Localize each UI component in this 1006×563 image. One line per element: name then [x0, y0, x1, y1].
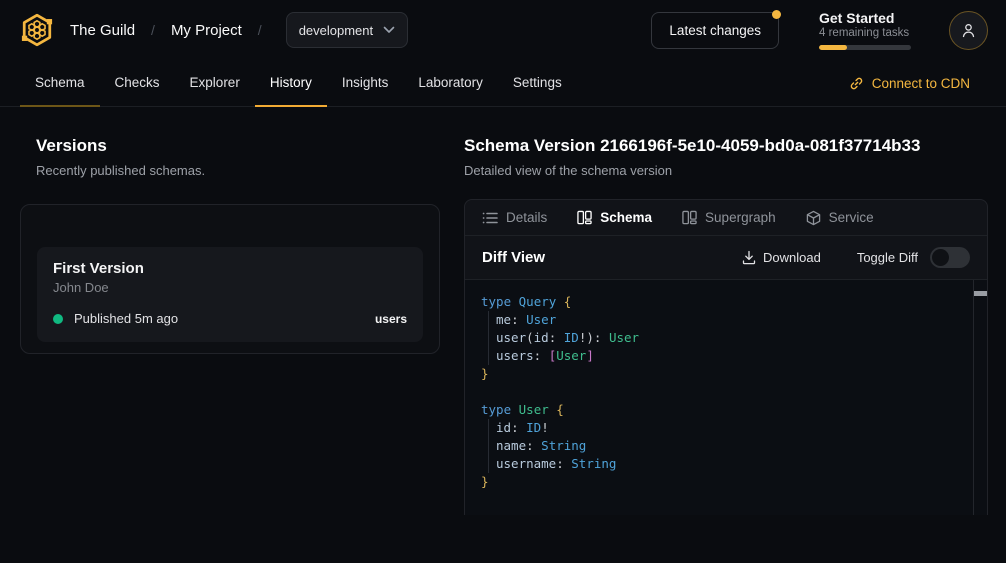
code-line — [481, 383, 973, 401]
get-started-widget[interactable]: Get Started 4 remaining tasks — [819, 10, 911, 50]
code-line: } — [481, 473, 973, 491]
detail-tab-supergraph[interactable]: Supergraph — [682, 210, 776, 225]
columns-icon — [577, 210, 592, 225]
chevron-down-icon — [383, 26, 395, 34]
published-dot-icon — [53, 314, 63, 324]
nav-tab-label: History — [270, 75, 312, 90]
schema-version-title: Schema Version 2166196f-5e10-4059-bd0a-0… — [464, 136, 988, 156]
progress-fill — [819, 45, 847, 50]
breadcrumb-org[interactable]: The Guild — [70, 22, 135, 39]
get-started-title: Get Started — [819, 10, 911, 26]
detail-tab-label: Details — [506, 210, 547, 225]
notification-dot — [772, 10, 781, 19]
nav-tab-laboratory[interactable]: Laboratory — [403, 60, 498, 107]
target-selector-value: development — [299, 23, 373, 38]
cube-icon — [806, 210, 821, 226]
nav-tab-label: Settings — [513, 75, 562, 90]
nav-tab-label: Schema — [35, 75, 85, 90]
nav-tab-label: Insights — [342, 75, 389, 90]
nav-spacer — [577, 60, 833, 106]
nav-tab-label: Explorer — [190, 75, 240, 90]
connect-to-cdn-link[interactable]: Connect to CDN — [833, 60, 986, 106]
version-status: Published 5m ago — [74, 311, 375, 326]
detail-tab-service[interactable]: Service — [806, 210, 874, 226]
code-line: name: String — [481, 437, 973, 455]
top-header: The Guild / My Project / development Lat… — [0, 0, 1006, 60]
versions-card: First Version John Doe Published 5m ago … — [20, 204, 440, 354]
nav-tab-settings[interactable]: Settings — [498, 60, 577, 107]
version-name: First Version — [53, 260, 407, 277]
code-line: user(id: ID!): User — [481, 329, 973, 347]
code-line: users: [User] — [481, 347, 973, 365]
detail-tabs: Details Schema — [465, 200, 987, 236]
main-content: Versions Recently published schemas. Fir… — [0, 107, 1006, 515]
columns-icon — [682, 210, 697, 225]
download-icon — [742, 250, 756, 265]
detail-tab-label: Schema — [600, 210, 652, 225]
hive-logo-icon[interactable] — [18, 11, 56, 49]
nav-tab-explorer[interactable]: Explorer — [175, 60, 255, 107]
code-line: } — [481, 365, 973, 383]
download-button[interactable]: Download — [742, 250, 821, 265]
code-scrollbar-thumb[interactable] — [974, 291, 987, 296]
nav-tab-label: Laboratory — [418, 75, 483, 90]
code-line: id: ID! — [481, 419, 973, 437]
versions-panel: Versions Recently published schemas. Fir… — [0, 107, 464, 515]
version-status-row: Published 5m ago users — [53, 311, 407, 326]
detail-tab-details[interactable]: Details — [482, 210, 547, 225]
code-block: type Query {me: Useruser(id: ID!): Useru… — [481, 293, 973, 491]
schema-version-subtitle: Detailed view of the schema version — [464, 163, 988, 178]
breadcrumb-separator: / — [256, 22, 264, 38]
detail-tab-schema[interactable]: Schema — [577, 210, 652, 225]
schema-detail-box: Details Schema — [464, 199, 988, 515]
nav-tab-label: Checks — [115, 75, 160, 90]
list-icon — [482, 211, 498, 225]
diff-toolbar: Diff View Download Toggle Diff — [465, 236, 987, 279]
diff-view-title: Diff View — [482, 249, 742, 266]
get-started-progressbar — [819, 45, 911, 50]
latest-changes-button[interactable]: Latest changes — [651, 12, 779, 49]
code-scrollbar[interactable] — [973, 280, 987, 515]
link-icon — [849, 76, 864, 91]
schema-sdl-viewer: type Query {me: Useruser(id: ID!): Useru… — [465, 279, 987, 515]
version-service-badge: users — [375, 312, 407, 326]
versions-title: Versions — [36, 136, 440, 156]
nav-tab-checks[interactable]: Checks — [100, 60, 175, 107]
nav-tab-schema[interactable]: Schema — [20, 60, 100, 107]
version-list-item[interactable]: First Version John Doe Published 5m ago … — [37, 247, 423, 342]
versions-subtitle: Recently published schemas. — [36, 163, 440, 178]
project-nav: Schema Checks Explorer History Insights … — [0, 60, 1006, 107]
detail-tab-label: Supergraph — [705, 210, 776, 225]
download-label: Download — [763, 250, 821, 265]
connect-to-cdn-label: Connect to CDN — [872, 76, 970, 91]
latest-changes-label: Latest changes — [669, 23, 761, 38]
nav-tab-insights[interactable]: Insights — [327, 60, 404, 107]
get-started-subtitle: 4 remaining tasks — [819, 27, 911, 39]
target-selector[interactable]: development — [286, 12, 408, 48]
detail-tab-label: Service — [829, 210, 874, 225]
code-line: me: User — [481, 311, 973, 329]
user-icon — [960, 22, 977, 39]
code-line: type Query { — [481, 293, 973, 311]
nav-tab-history[interactable]: History — [255, 60, 327, 107]
code-line: type User { — [481, 401, 973, 419]
schema-version-panel: Schema Version 2166196f-5e10-4059-bd0a-0… — [464, 107, 1006, 515]
breadcrumb-separator: / — [149, 22, 157, 38]
switch-knob — [932, 249, 949, 266]
toggle-diff-switch[interactable] — [930, 247, 970, 268]
code-line: username: String — [481, 455, 973, 473]
user-avatar[interactable] — [949, 11, 988, 50]
version-author: John Doe — [53, 280, 407, 295]
breadcrumb-project[interactable]: My Project — [171, 22, 242, 39]
toggle-diff-label: Toggle Diff — [857, 250, 918, 265]
